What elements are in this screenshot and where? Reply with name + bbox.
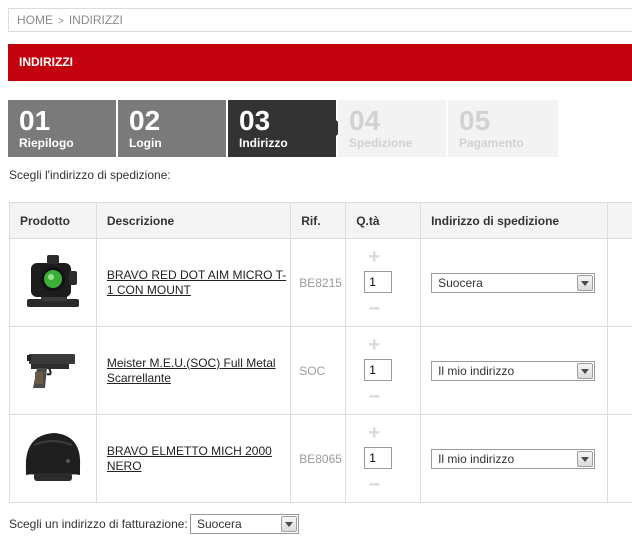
plus-icon[interactable]: + bbox=[365, 335, 383, 355]
header-qty: Q.tà bbox=[345, 202, 422, 239]
header-product: Prodotto bbox=[9, 202, 97, 239]
qty-cell: + − bbox=[345, 414, 422, 503]
address-cell: Il mio indirizzo bbox=[420, 326, 609, 415]
quantity-input[interactable] bbox=[364, 358, 393, 381]
step-spedizione: 04 Spedizione bbox=[338, 100, 446, 157]
step-number: 03 bbox=[239, 105, 271, 136]
helmet-image[interactable] bbox=[20, 425, 86, 489]
shipping-address-select[interactable]: Il mio indirizzo bbox=[431, 448, 596, 469]
quantity-input[interactable] bbox=[364, 270, 393, 293]
step-number: 05 bbox=[459, 105, 491, 136]
description-cell: BRAVO ELMETTO MICH 2000 NERO bbox=[95, 414, 292, 503]
page-title: INDIRIZZI bbox=[8, 44, 632, 81]
step-pagamento: 05 Pagamento bbox=[448, 100, 558, 157]
red-dot-sight-image[interactable] bbox=[21, 249, 85, 313]
billing-address-select[interactable]: Suocera bbox=[190, 514, 299, 534]
header-empty bbox=[607, 202, 632, 239]
chevron-down-icon[interactable] bbox=[577, 274, 594, 291]
billing-address-label: Scegli un indirizzo di fatturazione: bbox=[9, 517, 188, 531]
select-value: Il mio indirizzo bbox=[438, 451, 515, 466]
intro-text: Scegli l'indirizzo di spedizione: bbox=[9, 168, 171, 182]
plus-icon[interactable]: + bbox=[365, 423, 383, 443]
step-label: Spedizione bbox=[349, 136, 413, 150]
shipping-address-select[interactable]: Suocera bbox=[431, 272, 596, 293]
qty-cell: + − bbox=[345, 326, 422, 415]
step-number: 02 bbox=[129, 105, 161, 136]
table-row: BRAVO RED DOT AIM MICRO T-1 CON MOUNT BE… bbox=[9, 238, 632, 327]
select-value: Suocera bbox=[438, 275, 483, 290]
breadcrumb-current: INDIRIZZI bbox=[68, 13, 123, 27]
header-description: Descrizione bbox=[95, 202, 292, 239]
header-shipping-address: Indirizzo di spedizione bbox=[420, 202, 609, 239]
product-link[interactable]: BRAVO ELMETTO MICH 2000 NERO bbox=[107, 444, 272, 473]
select-value: Il mio indirizzo bbox=[438, 363, 515, 378]
chevron-down-icon[interactable] bbox=[577, 450, 594, 467]
empty-cell bbox=[607, 326, 632, 415]
ref-cell: BE8065 bbox=[290, 414, 347, 503]
step-label: Login bbox=[129, 136, 162, 150]
select-value: Suocera bbox=[197, 517, 242, 531]
quantity-stepper: + − bbox=[364, 423, 404, 495]
table-header-row: Prodotto Descrizione Rif. Q.tà Indirizzo… bbox=[9, 202, 632, 239]
product-image-cell bbox=[9, 414, 97, 503]
minus-icon[interactable]: − bbox=[365, 387, 383, 407]
step-login[interactable]: 02 Login bbox=[118, 100, 226, 157]
shipping-address-select[interactable]: Il mio indirizzo bbox=[431, 360, 596, 381]
breadcrumb-separator: > bbox=[58, 16, 64, 27]
step-indirizzo[interactable]: 03 Indirizzo bbox=[228, 100, 336, 157]
description-cell: BRAVO RED DOT AIM MICRO T-1 CON MOUNT bbox=[95, 238, 292, 327]
empty-cell bbox=[607, 414, 632, 503]
table-row: Meister M.E.U.(SOC) Full Metal Scarrella… bbox=[9, 326, 632, 415]
address-cell: Suocera bbox=[420, 238, 609, 327]
step-number: 01 bbox=[19, 105, 51, 136]
step-label: Riepilogo bbox=[19, 136, 74, 150]
product-link[interactable]: BRAVO RED DOT AIM MICRO T-1 CON MOUNT bbox=[107, 268, 286, 297]
product-image-cell bbox=[9, 238, 97, 327]
quantity-input[interactable] bbox=[364, 446, 393, 469]
ref-cell: BE8215 bbox=[290, 238, 347, 327]
chevron-down-icon[interactable] bbox=[577, 362, 594, 379]
plus-icon[interactable]: + bbox=[365, 247, 383, 267]
step-number: 04 bbox=[349, 105, 381, 136]
product-link[interactable]: Meister M.E.U.(SOC) Full Metal Scarrella… bbox=[107, 356, 276, 385]
step-label: Indirizzo bbox=[239, 136, 288, 150]
pistol-image[interactable] bbox=[23, 344, 83, 394]
products-table: Prodotto Descrizione Rif. Q.tà Indirizzo… bbox=[9, 202, 632, 503]
header-ref: Rif. bbox=[290, 202, 347, 239]
description-cell: Meister M.E.U.(SOC) Full Metal Scarrella… bbox=[95, 326, 292, 415]
step-riepilogo[interactable]: 01 Riepilogo bbox=[8, 100, 116, 157]
address-cell: Il mio indirizzo bbox=[420, 414, 609, 503]
qty-cell: + − bbox=[345, 238, 422, 327]
breadcrumb: HOME > INDIRIZZI bbox=[8, 8, 632, 32]
product-image-cell bbox=[9, 326, 97, 415]
chevron-down-icon[interactable] bbox=[281, 516, 297, 532]
breadcrumb-home[interactable]: HOME bbox=[17, 13, 53, 27]
table-row: BRAVO ELMETTO MICH 2000 NERO BE8065 + − … bbox=[9, 414, 632, 503]
quantity-stepper: + − bbox=[364, 335, 404, 407]
minus-icon[interactable]: − bbox=[365, 475, 383, 495]
minus-icon[interactable]: − bbox=[365, 299, 383, 319]
quantity-stepper: + − bbox=[364, 247, 404, 319]
empty-cell bbox=[607, 238, 632, 327]
ref-cell: SOC bbox=[290, 326, 347, 415]
step-label: Pagamento bbox=[459, 136, 524, 150]
